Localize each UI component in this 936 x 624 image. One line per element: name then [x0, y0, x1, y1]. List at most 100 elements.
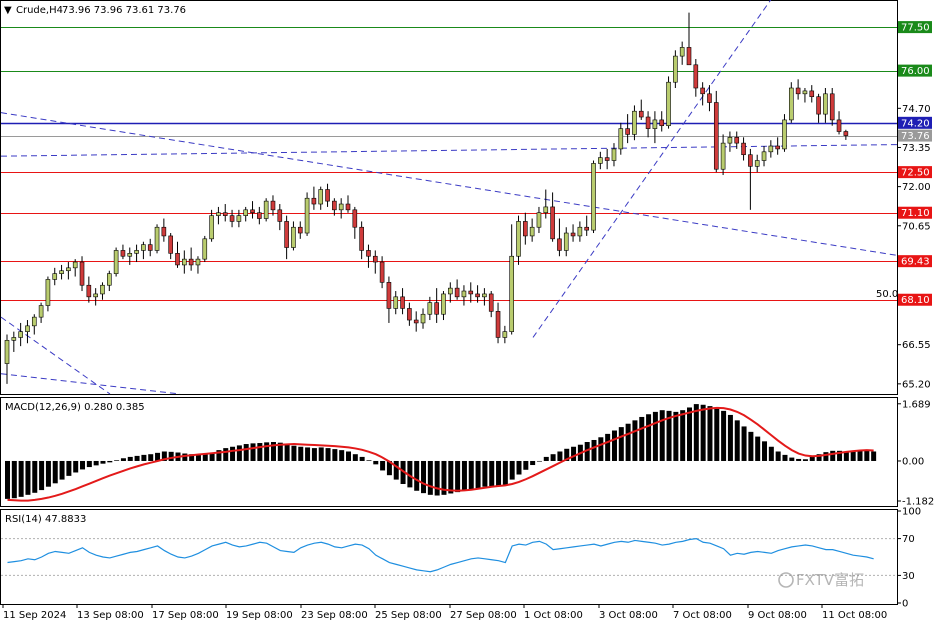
rsi-title: RSI(14) 47.8833 — [5, 514, 86, 525]
candle — [263, 198, 269, 222]
macd-bar — [393, 460, 399, 480]
level-badge-label: 69.43 — [901, 257, 930, 268]
candle — [673, 50, 678, 89]
macd-bar — [18, 460, 24, 497]
macd-bar — [318, 447, 324, 461]
macd-bar — [468, 460, 474, 490]
macd-bar — [598, 437, 604, 461]
candle — [113, 247, 119, 277]
macd-bar — [291, 445, 297, 461]
macd-bar — [305, 447, 311, 461]
macd-bar — [516, 460, 522, 475]
header-dropdown-icon[interactable]: ▼ — [4, 5, 12, 16]
candle — [829, 88, 835, 126]
macd-bar — [618, 427, 624, 461]
macd-bar — [434, 460, 440, 496]
macd-bar — [5, 460, 10, 499]
x-tick-label: 11 Sep 2024 — [3, 610, 66, 621]
macd-bar — [325, 448, 331, 461]
macd-bar — [789, 457, 795, 461]
macd-bar — [523, 460, 529, 470]
price-tick-label: 74.70 — [902, 104, 931, 115]
macd-bar — [284, 444, 290, 461]
price-tick-label: 65.20 — [902, 379, 931, 390]
macd-bar — [775, 451, 781, 461]
macd-bar — [755, 436, 761, 461]
rsi-tick-label: 30 — [902, 571, 915, 582]
macd-bar — [809, 456, 815, 461]
macd-bar — [148, 454, 154, 461]
macd-bar — [741, 426, 747, 461]
fib-label: 50.0 — [876, 289, 898, 300]
macd-bar — [639, 416, 645, 461]
macd-bar — [605, 433, 611, 461]
macd-bar — [107, 460, 113, 463]
candle — [154, 224, 160, 254]
macd-bar — [86, 460, 92, 468]
macd-bar — [236, 445, 242, 461]
x-tick-label: 3 Oct 08:00 — [599, 610, 658, 621]
macd-bar — [502, 460, 508, 485]
macd-bar — [45, 460, 51, 487]
macd-bar — [332, 449, 338, 461]
macd-bar — [427, 460, 433, 495]
macd-bar — [489, 460, 495, 487]
macd-bar — [134, 455, 140, 461]
macd-bar — [11, 460, 17, 499]
macd-bar — [366, 460, 372, 461]
x-tick-label: 25 Sep 08:00 — [375, 610, 442, 621]
macd-bar — [693, 404, 699, 461]
macd-bar — [802, 459, 808, 461]
macd-bar — [714, 408, 720, 461]
macd-bar — [230, 446, 236, 461]
macd-bar — [93, 460, 99, 466]
macd-bar — [32, 460, 38, 493]
macd-bar — [461, 460, 467, 491]
macd-bar — [864, 450, 870, 461]
macd-bar — [762, 441, 768, 461]
price-tick-label: 72.00 — [902, 182, 931, 193]
candle — [788, 82, 794, 123]
macd-bar — [59, 460, 65, 480]
price-tick-label: 70.65 — [902, 221, 931, 232]
level-badge-label: 74.20 — [901, 118, 930, 129]
macd-bar — [543, 456, 549, 461]
x-tick-label: 11 Oct 08:00 — [822, 610, 887, 621]
chart-ohlc: 73.96 73.96 73.61 73.76 — [62, 5, 186, 16]
x-tick-label: 17 Sep 08:00 — [152, 610, 219, 621]
watermark-text: FXTV富拓 — [796, 571, 864, 589]
macd-bar — [700, 404, 706, 461]
x-tick-label: 9 Oct 08:00 — [748, 610, 807, 621]
rsi-tick-label: 70 — [902, 534, 915, 545]
price-tick-label: 66.55 — [902, 340, 931, 351]
macd-bar — [850, 450, 856, 461]
level-badge-label: 72.50 — [901, 168, 930, 179]
macd-bar — [195, 454, 201, 461]
macd-bar — [509, 460, 515, 480]
x-tick-label: 1 Oct 08:00 — [524, 610, 583, 621]
macd-bar — [482, 460, 488, 487]
macd-bar — [25, 460, 31, 495]
macd-bar — [768, 446, 774, 461]
macd-bar — [168, 451, 174, 461]
macd-bar — [673, 411, 679, 461]
level-badge-label: 77.50 — [901, 23, 930, 34]
candle — [591, 160, 596, 234]
macd-bar — [721, 410, 727, 461]
chart-background — [0, 0, 936, 624]
rsi-tick-label: 0 — [902, 599, 908, 610]
chart-symbol: Crude,H4 — [16, 5, 63, 16]
macd-bar — [455, 460, 461, 493]
price-tick-label: 73.35 — [902, 143, 931, 154]
macd-bar — [80, 460, 86, 470]
x-tick-label: 23 Sep 08:00 — [301, 610, 368, 621]
macd-bar — [359, 456, 365, 461]
macd-bar — [496, 460, 502, 486]
macd-bar — [796, 458, 802, 461]
macd-bar — [250, 443, 256, 461]
macd-bar — [311, 448, 317, 461]
macd-bar — [782, 454, 788, 461]
macd-title: MACD(12,26,9) 0.280 0.385 — [5, 402, 145, 413]
macd-bar — [823, 452, 829, 461]
macd-bar — [257, 443, 263, 461]
